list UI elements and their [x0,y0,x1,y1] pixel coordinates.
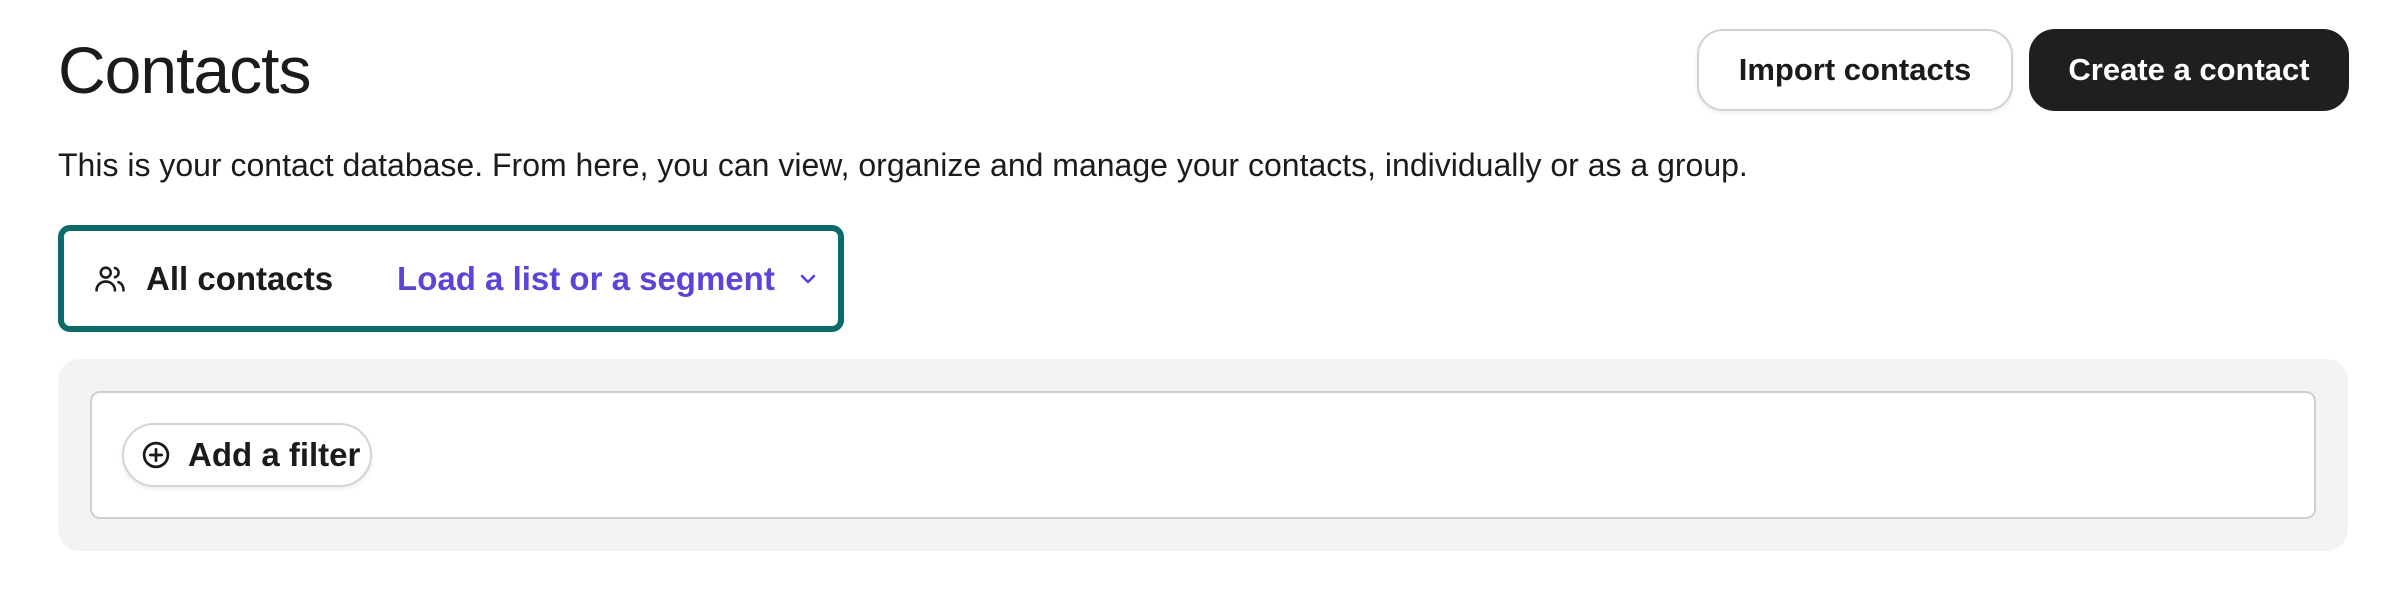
contact-list-selector: All contacts Load a list or a segment [58,225,844,332]
page-title: Contacts [58,33,311,107]
users-icon [92,261,128,297]
chevron-down-icon [795,266,821,292]
filter-box: Add a filter [90,391,2316,519]
import-contacts-button[interactable]: Import contacts [1697,29,2013,111]
load-list-segment-dropdown[interactable]: Load a list or a segment [397,260,821,298]
filter-panel: Add a filter [58,359,2348,551]
add-filter-button[interactable]: Add a filter [122,423,372,487]
header-actions: Import contacts Create a contact [1697,29,2349,111]
contacts-page: Contacts Import contacts Create a contac… [0,0,2386,592]
plus-circle-icon [140,439,172,471]
page-description: This is your contact database. From here… [58,147,1748,183]
create-contact-button[interactable]: Create a contact [2029,29,2349,111]
add-filter-label: Add a filter [188,436,361,473]
all-contacts-label: All contacts [146,259,334,297]
load-list-segment-label: Load a list or a segment [397,259,775,297]
